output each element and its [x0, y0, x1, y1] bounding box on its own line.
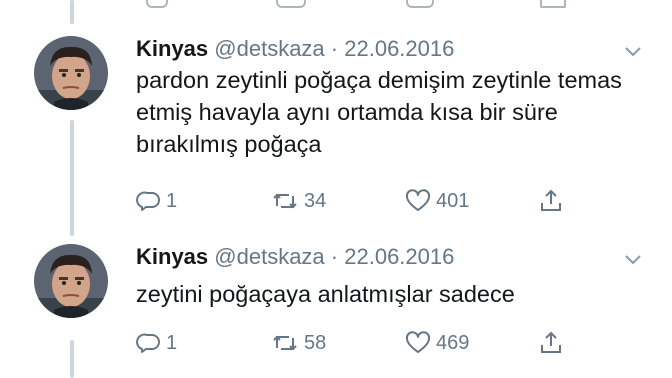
- share-button[interactable]: [538, 188, 564, 214]
- author-handle[interactable]: @detskaza: [214, 244, 324, 269]
- avatar[interactable]: [34, 36, 108, 110]
- like-count: 469: [436, 331, 470, 354]
- reply-icon: [136, 333, 160, 353]
- reply-count: 1: [166, 189, 178, 212]
- chevron-down-icon[interactable]: [622, 248, 644, 270]
- author-name[interactable]: Kinyas: [136, 244, 208, 269]
- retweet-icon: [273, 335, 297, 351]
- heart-icon: [405, 331, 431, 353]
- avatar[interactable]: [34, 244, 108, 318]
- tweet-header: Kinyas @detskaza · 22.06.2016: [136, 244, 454, 270]
- thread-line-top: [70, 0, 74, 24]
- like-button[interactable]: 401: [404, 188, 469, 214]
- thread-line-bottom: [70, 340, 74, 378]
- retweet-button[interactable]: 34: [270, 188, 326, 214]
- reply-button[interactable]: 1: [136, 330, 177, 356]
- retweet-icon: [273, 193, 297, 209]
- share-button[interactable]: [538, 330, 564, 356]
- retweet-button[interactable]: 58: [270, 330, 326, 356]
- tweet-header: Kinyas @detskaza · 22.06.2016: [136, 36, 454, 62]
- author-handle[interactable]: @detskaza: [214, 36, 324, 61]
- tweet-actions: 1 34 401: [136, 188, 596, 218]
- previous-heart-icon[interactable]: [406, 0, 434, 8]
- retweet-count: 34: [304, 189, 327, 212]
- thread-line-middle: [70, 120, 74, 236]
- share-icon: [541, 331, 561, 353]
- separator: ·: [330, 36, 339, 61]
- author-name[interactable]: Kinyas: [136, 36, 208, 61]
- reply-icon: [136, 191, 160, 211]
- tweet-date[interactable]: 22.06.2016: [344, 36, 454, 61]
- reply-button[interactable]: 1: [136, 188, 177, 214]
- tweet-text: zeytini poğaçaya anlatmışlar sadece: [136, 281, 515, 307]
- chevron-down-icon[interactable]: [622, 40, 644, 62]
- retweet-count: 58: [304, 331, 327, 354]
- avatar-portrait-icon: [34, 36, 108, 110]
- avatar-portrait-icon: [34, 244, 108, 318]
- previous-share-icon[interactable]: [540, 0, 566, 8]
- like-button[interactable]: 469: [404, 330, 469, 356]
- previous-retweet-icon[interactable]: [276, 0, 306, 8]
- reply-count: 1: [166, 331, 178, 354]
- heart-icon: [405, 189, 431, 211]
- previous-tweet-actions: [136, 0, 596, 8]
- separator: ·: [330, 244, 339, 269]
- tweet-date[interactable]: 22.06.2016: [344, 244, 454, 269]
- previous-reply-icon[interactable]: [146, 0, 168, 8]
- tweet-actions: 1 58 469: [136, 330, 596, 360]
- tweet-text: pardon zeytinli poğaça demişim zeytinle …: [136, 67, 622, 157]
- share-icon: [541, 189, 561, 211]
- like-count: 401: [436, 189, 470, 212]
